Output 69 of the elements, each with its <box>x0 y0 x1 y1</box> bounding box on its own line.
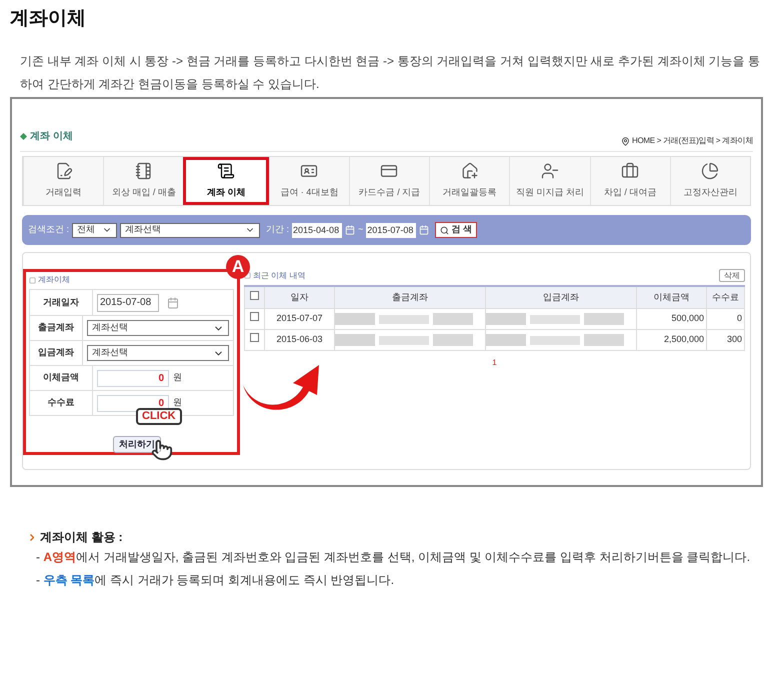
column-header: 출금계좌 <box>334 286 486 308</box>
field-label: 출금계좌 <box>38 321 74 334</box>
table-cell: 2,500,000 <box>664 334 704 344</box>
delete-button[interactable]: 삭제 <box>719 269 745 282</box>
column-header: 수수료 <box>706 286 744 308</box>
section-header: 계좌 이체 <box>30 130 73 144</box>
menu-tab[interactable]: 계좌 이체 <box>183 157 269 205</box>
notes-title: 계좌이체 활용 : <box>40 529 123 546</box>
row-checkbox[interactable] <box>250 312 259 321</box>
briefcase-icon <box>621 162 640 180</box>
start-date-field[interactable]: 2015-04-08 <box>292 222 342 238</box>
field-label: 거래일자 <box>43 296 79 309</box>
scope-select[interactable]: 전체 <box>72 222 118 238</box>
currency-unit: 원 <box>173 371 182 384</box>
click-callout: CLICK <box>136 408 182 425</box>
date-field[interactable]: 2015-07-08 <box>97 294 159 312</box>
amount-field[interactable]: 0 <box>97 370 169 386</box>
account-select[interactable]: 계좌선택 <box>120 222 260 238</box>
period-label: 기간 : <box>266 223 290 236</box>
menu-tab[interactable]: 거래일괄등록 <box>429 157 510 205</box>
menu-tab[interactable]: 거래입력 <box>23 157 104 205</box>
square-icon <box>244 272 251 279</box>
note-line: - 우측 목록에 즉시 거래가 등록되며 회계내용에도 즉시 반영됩니다. <box>36 572 396 589</box>
calendar-icon[interactable] <box>167 296 179 308</box>
column-header: 이체금액 <box>636 286 706 308</box>
column-header: 일자 <box>264 286 334 308</box>
select-all-checkbox[interactable] <box>250 290 259 300</box>
bullet-chevron-icon <box>30 534 34 540</box>
table-cell: 2015-06-03 <box>276 334 323 344</box>
form-title: 계좌이체 <box>38 274 70 286</box>
end-date-field[interactable]: 2015-07-08 <box>366 222 416 238</box>
list-title: 최근 이체 내역 <box>253 270 306 282</box>
menu-tab[interactable]: 급여 · 4대보험 <box>268 157 349 205</box>
intro-paragraph: 기존 내부 계좌 이체 시 통장 -> 현금 거래를 등록하고 다시한번 현금 -> 통장의 거래입력을 거쳐 입력했지만 새로 추가된 계좌이체 기능을 통하여 간단하게 계좌간 현금이동을 등록하실 수 있습니다. <box>20 53 762 93</box>
field-label: 이체금액 <box>43 371 79 384</box>
menu-tab[interactable]: 차입 / 대여금 <box>590 157 670 205</box>
submit-button[interactable]: 처리하기 <box>113 436 161 453</box>
pen-note-icon <box>54 162 73 180</box>
account-select[interactable]: 계좌선택 <box>87 320 229 336</box>
page-title: 계좌이체 <box>10 7 86 31</box>
table-cell: 300 <box>726 334 742 344</box>
diamond-icon <box>20 132 27 140</box>
breadcrumb: HOME > 거래(전표)입력 > 계좌이체 <box>632 135 753 147</box>
column-header: 입금계좌 <box>486 286 636 308</box>
page-number[interactable]: 1 <box>492 356 497 368</box>
pie-chart-icon <box>701 162 720 180</box>
field-label: 입금계좌 <box>38 346 74 360</box>
field-label: 수수료 <box>48 396 74 410</box>
location-pin-icon <box>621 136 630 146</box>
table-cell: 500,000 <box>671 312 704 323</box>
menu-tab[interactable]: 직원 미지급 처리 <box>509 157 590 205</box>
search-button[interactable]: 검 색 <box>435 222 477 238</box>
search-label: 검색조건 : <box>28 223 70 236</box>
house-icon <box>460 162 479 180</box>
range-separator: ~ <box>358 223 364 236</box>
menu-tab[interactable]: 고정자산관리 <box>670 157 750 205</box>
table-cell: 0 <box>736 312 742 323</box>
scroll-icon <box>217 162 236 180</box>
table-cell: 2015-07-07 <box>276 312 323 323</box>
row-checkbox[interactable] <box>250 332 259 342</box>
note-line: - A영역에서 거래발생일자, 출금된 계좌번호와 입금된 계좌번호를 선택, 이체금액 및 이체수수료를 입력후 처리하기버튼을 클릭합니다. <box>36 549 752 566</box>
notebook-icon <box>134 162 153 180</box>
menu-tab[interactable]: 카드수금 / 지급 <box>348 157 430 205</box>
account-select[interactable]: 계좌선택 <box>87 345 229 361</box>
user-minus-icon <box>540 162 559 180</box>
area-badge: A <box>226 255 250 279</box>
currency-unit: 원 <box>173 396 182 410</box>
search-icon <box>440 226 450 234</box>
square-icon <box>29 276 36 284</box>
